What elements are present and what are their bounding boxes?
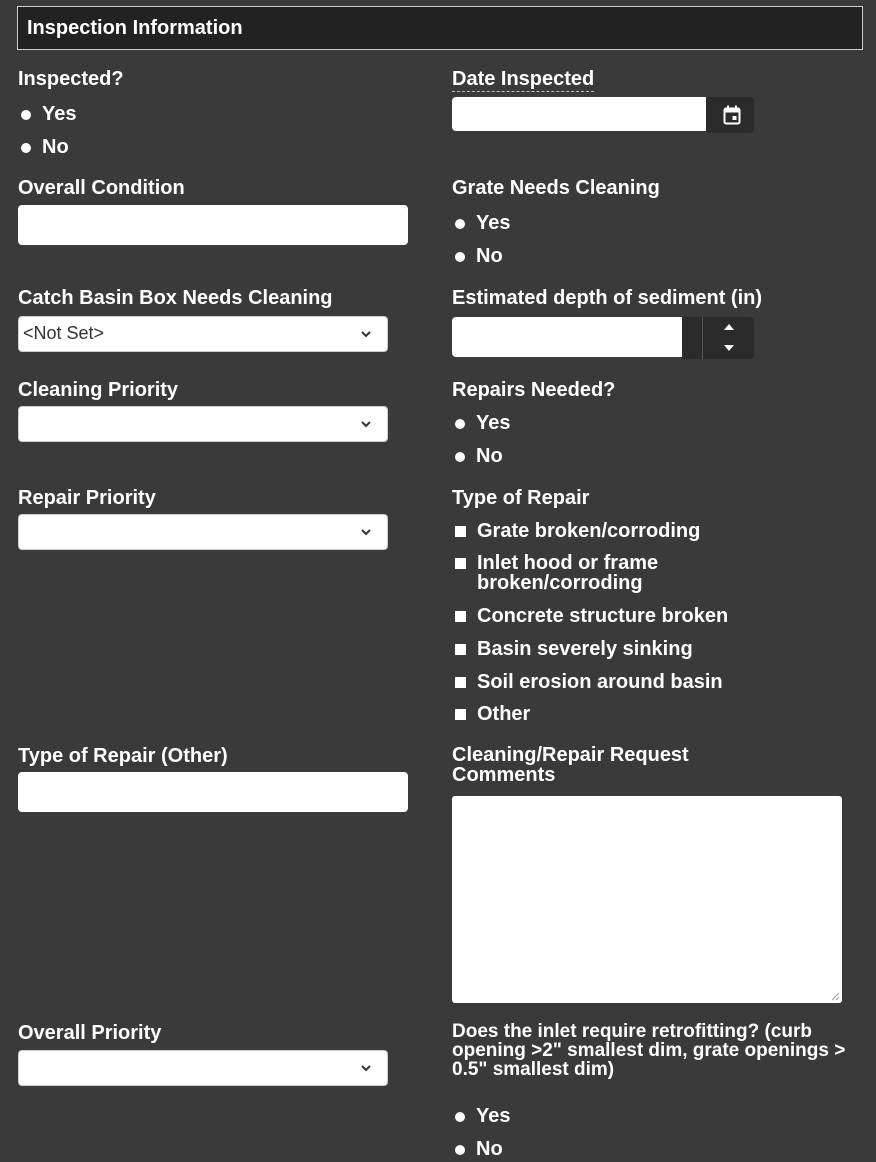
repair-priority-label: Repair Priority (18, 487, 156, 509)
retrofitting-yes-radio[interactable]: Yes (452, 1105, 510, 1127)
resize-grip-icon[interactable] (830, 991, 840, 1001)
checkbox-icon (455, 677, 466, 688)
checkbox-icon (455, 644, 466, 655)
repairs-yes-radio[interactable]: Yes (452, 412, 510, 434)
checkbox-icon (455, 709, 466, 720)
radio-icon (21, 110, 31, 120)
radio-icon (455, 419, 465, 429)
inspected-yes-radio[interactable]: Yes (18, 103, 76, 125)
grate-needs-cleaning-label: Grate Needs Cleaning (452, 177, 660, 199)
type-of-repair-label: Type of Repair (452, 487, 590, 509)
comments-textarea[interactable] (452, 796, 842, 1003)
chevron-up-icon[interactable] (723, 322, 735, 332)
checkbox-icon (455, 558, 466, 569)
repair-type-checkbox[interactable]: Grate broken/corroding (452, 520, 832, 542)
repairs-needed-label: Repairs Needed? (452, 379, 616, 401)
radio-icon (455, 1145, 465, 1155)
checkbox-icon (455, 526, 466, 537)
sediment-depth-label: Estimated depth of sediment (in) (452, 287, 763, 309)
inspection-panel: Inspection Information Inspected? Yes No… (0, 0, 876, 1162)
catch-basin-select[interactable]: <Not Set> (18, 316, 388, 352)
chevron-down-icon (361, 421, 371, 428)
grate-no-radio[interactable]: No (452, 245, 503, 267)
repair-type-checkbox[interactable]: Inlet hood or frame broken/corroding (452, 553, 712, 593)
retrofitting-label: Does the inlet require retrofitting? (cu… (452, 1021, 846, 1080)
catch-basin-selected: <Not Set> (23, 323, 105, 343)
overall-priority-select[interactable] (18, 1050, 388, 1086)
radio-icon (455, 219, 465, 229)
chevron-down-icon[interactable] (723, 343, 735, 353)
catch-basin-label: Catch Basin Box Needs Cleaning (18, 287, 333, 309)
inspected-no-radio[interactable]: No (18, 136, 69, 158)
radio-icon (455, 1112, 465, 1122)
section-header: Inspection Information (17, 6, 863, 50)
retrofitting-no-radio[interactable]: No (452, 1138, 503, 1160)
repairs-no-radio[interactable]: No (452, 445, 503, 467)
chevron-down-icon (361, 331, 371, 338)
repair-priority-select[interactable] (18, 514, 388, 550)
repair-type-checkbox[interactable]: Concrete structure broken (452, 605, 832, 627)
spinner-buttons[interactable] (702, 317, 754, 359)
overall-priority-label: Overall Priority (18, 1022, 162, 1044)
repair-type-checkbox[interactable]: Basin severely sinking (452, 638, 832, 660)
spinner-gap (682, 317, 702, 359)
radio-icon (455, 452, 465, 462)
date-inspected-label: Date Inspected (452, 68, 595, 92)
radio-icon (455, 252, 465, 262)
radio-icon (21, 143, 31, 153)
grate-yes-radio[interactable]: Yes (452, 212, 510, 234)
overall-condition-label: Overall Condition (18, 177, 185, 199)
date-inspected-input[interactable] (452, 97, 706, 131)
type-of-repair-other-input[interactable] (18, 772, 408, 812)
checkbox-icon (455, 611, 466, 622)
repair-type-checkbox[interactable]: Other (452, 703, 832, 725)
sediment-depth-input[interactable] (452, 317, 682, 357)
date-picker-button[interactable] (706, 97, 754, 133)
calendar-icon (723, 105, 741, 125)
cleaning-priority-label: Cleaning Priority (18, 379, 179, 401)
chevron-down-icon (361, 529, 371, 536)
comments-label: Cleaning/Repair Request Comments (452, 744, 689, 786)
type-of-repair-other-label: Type of Repair (Other) (18, 745, 228, 767)
overall-condition-input[interactable] (18, 205, 408, 245)
chevron-down-icon (361, 1065, 371, 1072)
inspected-label: Inspected? (18, 68, 124, 90)
repair-type-checkbox[interactable]: Soil erosion around basin (452, 671, 832, 693)
cleaning-priority-select[interactable] (18, 406, 388, 442)
